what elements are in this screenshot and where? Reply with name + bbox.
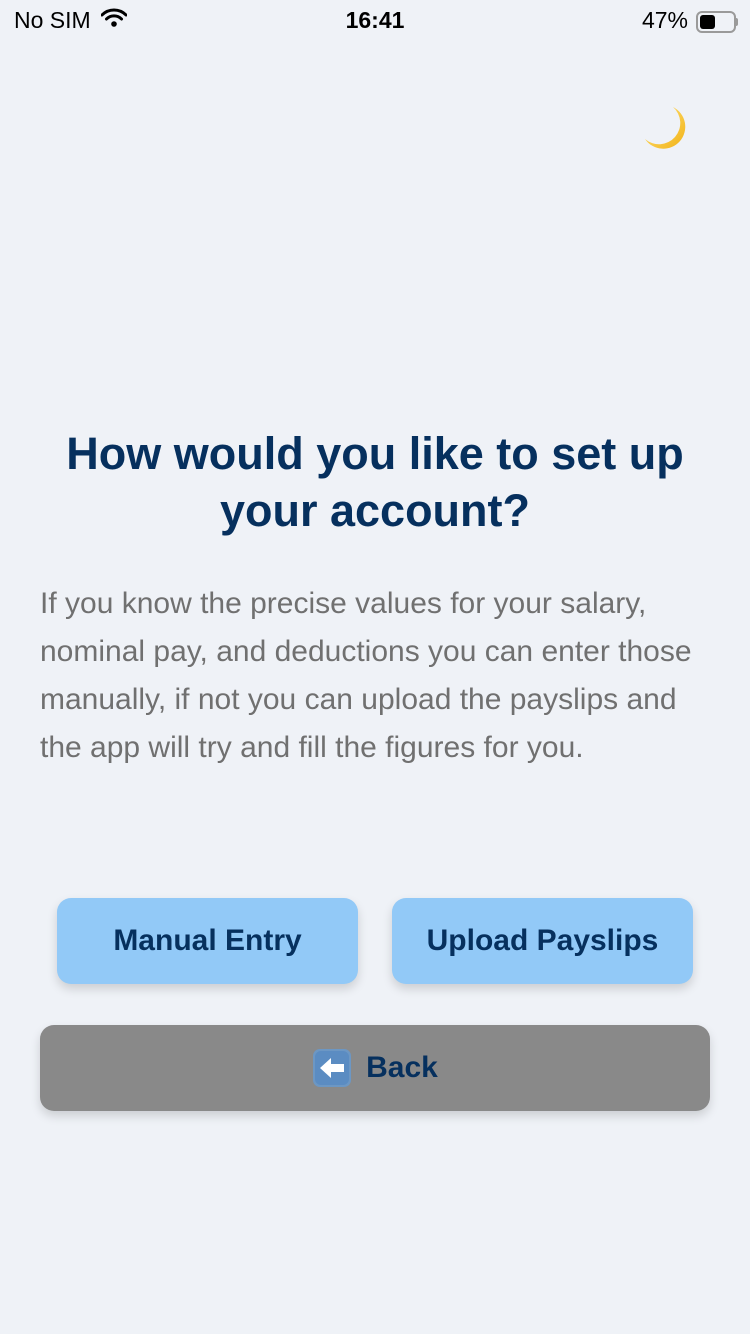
manual-entry-label: Manual Entry (113, 924, 302, 957)
upload-payslips-label: Upload Payslips (426, 924, 659, 957)
left-arrow-icon (312, 1048, 352, 1088)
theme-toggle-button[interactable] (634, 100, 694, 160)
setup-description: If you know the precise values for your … (40, 587, 692, 764)
manual-entry-button[interactable]: Manual Entry (57, 898, 358, 984)
status-bar-right: 47% (642, 7, 738, 34)
status-bar: No SIM 16:41 47% (0, 0, 750, 40)
battery-percent: 47% (641, 7, 688, 33)
upload-payslips-button[interactable]: Upload Payslips (392, 898, 693, 984)
back-button[interactable]: Back (40, 1025, 710, 1111)
page-title: How would you like to set up your accoun… (66, 428, 684, 536)
back-label: Back (366, 1051, 438, 1084)
status-time: 16:41 (345, 7, 405, 33)
crescent-moon-icon (639, 103, 689, 158)
battery-icon (696, 10, 738, 33)
